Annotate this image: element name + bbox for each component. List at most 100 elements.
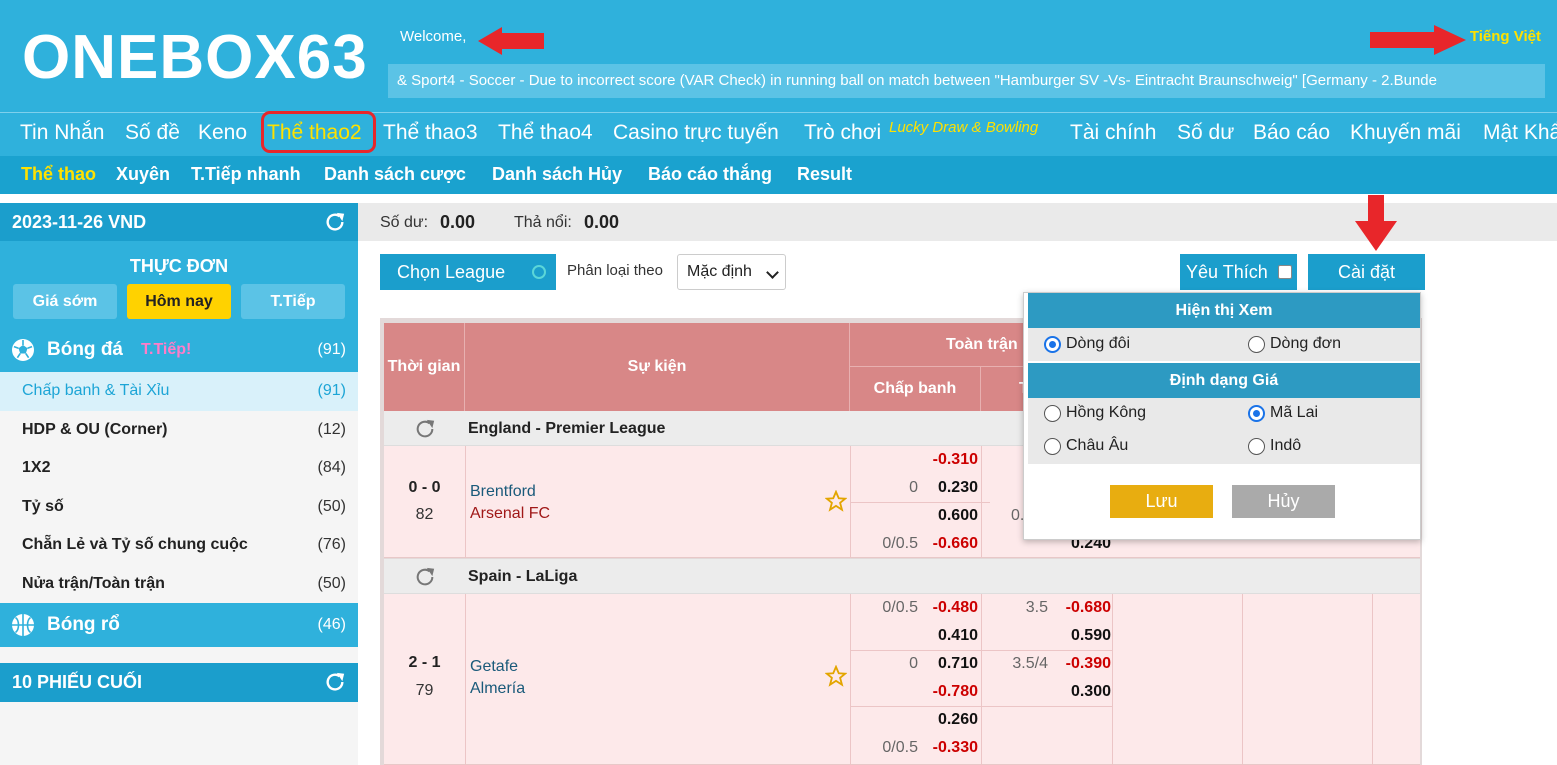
settings-button[interactable]: Cài đặt xyxy=(1308,254,1425,290)
view-single-line-radio[interactable]: Dòng đơn xyxy=(1248,335,1341,353)
favorites-checkbox[interactable] xyxy=(1278,265,1292,279)
nav-lucky-draw[interactable]: Lucky Draw & Bowling xyxy=(889,119,1038,136)
cancel-button[interactable]: Hủy xyxy=(1232,485,1335,518)
nav-so-de[interactable]: Số đề xyxy=(125,121,180,145)
radio-label: Châu Âu xyxy=(1066,437,1129,454)
date-label: 2023-11-26 VND xyxy=(12,212,147,232)
odds-value[interactable]: 0.230 xyxy=(918,479,978,497)
favorites-button[interactable]: Yêu Thích xyxy=(1180,254,1297,290)
basketball-count: (46) xyxy=(317,616,346,633)
header-time: Thời gian xyxy=(384,323,465,411)
save-button[interactable]: Lưu xyxy=(1110,485,1213,518)
market-count: (50) xyxy=(317,498,346,515)
match-score: 0 - 0 xyxy=(408,479,441,496)
language-selector[interactable]: Tiếng Việt xyxy=(1470,28,1541,45)
odds-value[interactable]: 0.260 xyxy=(918,711,978,729)
radio-label: Hồng Kông xyxy=(1066,404,1147,421)
odds-value[interactable]: -0.310 xyxy=(918,451,978,469)
annotation-arrow-left-icon xyxy=(478,27,544,55)
subnav-the-thao[interactable]: Thể thao xyxy=(21,164,96,185)
odds-value[interactable]: 0.600 xyxy=(918,507,978,525)
choose-league-label: Chọn League xyxy=(397,262,506,282)
header: ONEBOX63 Welcome, Tiếng Việt & Sport4 - … xyxy=(0,0,1557,112)
odds-value[interactable]: 0.710 xyxy=(918,655,978,673)
nav-bao-cao[interactable]: Báo cáo xyxy=(1253,121,1330,145)
market-1x2[interactable]: 1X2 (84) xyxy=(0,449,358,488)
odds-value[interactable]: -0.680 xyxy=(1051,599,1111,617)
home-team[interactable]: Brentford xyxy=(470,483,536,501)
subnav-result[interactable]: Result xyxy=(797,164,852,185)
sub-nav: Thể thao Xuyên T.Tiếp nhanh Danh sách cư… xyxy=(0,156,1557,194)
live-button[interactable]: T.Tiếp xyxy=(241,284,345,319)
nav-mat-khau[interactable]: Mật Khẩu xyxy=(1483,121,1557,145)
choose-league-button[interactable]: Chọn League xyxy=(380,254,556,290)
odds-value[interactable]: -0.390 xyxy=(1051,655,1111,673)
football-live-badge[interactable]: T.Tiếp! xyxy=(141,341,191,359)
league-name: England - Premier League xyxy=(468,420,666,437)
subnav-danh-sach-huy[interactable]: Danh sách Hủy xyxy=(492,164,622,185)
refresh-icon[interactable] xyxy=(324,671,346,693)
away-team[interactable]: Almería xyxy=(470,680,525,698)
odds-value[interactable]: 0.300 xyxy=(1051,683,1111,701)
early-odds-button[interactable]: Giá sớm xyxy=(13,284,117,319)
nav-keno[interactable]: Keno xyxy=(198,121,247,145)
market-hdp-ou[interactable]: Chấp banh & Tài Xỉu (91) xyxy=(0,372,358,411)
float-value: 0.00 xyxy=(584,212,620,232)
refresh-icon[interactable] xyxy=(414,418,436,440)
subnav-t-tiep-nhanh[interactable]: T.Tiếp nhanh xyxy=(191,164,301,185)
subnav-danh-sach-cuoc[interactable]: Danh sách cược xyxy=(324,164,466,185)
nav-khuyen-mai[interactable]: Khuyến mãi xyxy=(1350,121,1461,145)
league-row[interactable]: Spain - LaLiga xyxy=(384,559,1420,594)
header-handicap: Chấp banh xyxy=(850,367,981,411)
refresh-icon[interactable] xyxy=(324,211,346,233)
odds-value[interactable]: -0.780 xyxy=(918,683,978,701)
market-count: (91) xyxy=(317,382,346,399)
sport-basketball[interactable]: Bóng rổ (46) xyxy=(0,603,358,647)
view-double-line-radio[interactable]: Dòng đôi xyxy=(1044,335,1130,353)
refresh-icon[interactable] xyxy=(414,566,436,588)
odds-value[interactable]: -0.660 xyxy=(918,535,978,553)
soccer-ball-icon xyxy=(12,339,34,361)
handicap-line: 0/0.5 xyxy=(882,599,918,616)
away-team[interactable]: Arsenal FC xyxy=(470,505,550,523)
nav-tin-nhan[interactable]: Tin Nhắn xyxy=(20,121,104,145)
welcome-text: Welcome, xyxy=(400,28,467,45)
odds-value[interactable]: -0.480 xyxy=(918,599,978,617)
nav-the-thao4[interactable]: Thể thao4 xyxy=(498,121,593,145)
annotation-highlight-box xyxy=(261,111,376,153)
subnav-xuyen[interactable]: Xuyên xyxy=(116,164,170,185)
nav-the-thao3[interactable]: Thể thao3 xyxy=(383,121,478,145)
radio-label: Mã Lai xyxy=(1270,404,1319,421)
logo[interactable]: ONEBOX63 xyxy=(22,22,368,93)
price-europe-radio[interactable]: Châu Âu xyxy=(1044,437,1128,455)
odds-value[interactable]: 0.410 xyxy=(918,627,978,645)
nav-tro-choi[interactable]: Trò chơi xyxy=(804,121,881,145)
market-label: Chẵn Lẻ và Tỷ số chung cuộc xyxy=(22,536,248,553)
match-score: 2 - 1 xyxy=(408,654,441,671)
today-button[interactable]: Hôm nay xyxy=(127,284,231,319)
market-corner[interactable]: HDP & OU (Corner) (12) xyxy=(0,411,358,450)
nav-so-du[interactable]: Số dư xyxy=(1177,121,1234,145)
price-format-title: Định dạng Giá xyxy=(1028,363,1420,398)
sport-football[interactable]: Bóng đá T.Tiếp! (91) xyxy=(0,328,358,372)
favorite-star-icon[interactable] xyxy=(825,490,847,512)
market-correct-score[interactable]: Tỷ số (50) xyxy=(0,488,358,527)
market-odd-even[interactable]: Chẵn Lẻ và Tỷ số chung cuộc (76) xyxy=(0,526,358,565)
sort-select[interactable]: Mặc định xyxy=(677,254,786,290)
subnav-bao-cao-thang[interactable]: Báo cáo thắng xyxy=(648,164,772,185)
main-nav: Tin Nhắn Số đề Keno Thể thao2 Thể thao3 … xyxy=(0,112,1557,156)
date-header: 2023-11-26 VND xyxy=(0,203,358,241)
price-malay-radio[interactable]: Mã Lai xyxy=(1248,404,1318,422)
price-hongkong-radio[interactable]: Hồng Kông xyxy=(1044,404,1146,422)
view-mode-title: Hiện thị Xem xyxy=(1028,293,1420,328)
odds-value[interactable]: 0.590 xyxy=(1051,627,1111,645)
price-indo-radio[interactable]: Indô xyxy=(1248,437,1301,455)
nav-tai-chinh[interactable]: Tài chính xyxy=(1070,121,1156,145)
home-team[interactable]: Getafe xyxy=(470,658,518,676)
favorite-star-icon[interactable] xyxy=(825,665,847,687)
nav-casino[interactable]: Casino trực tuyến xyxy=(613,121,779,145)
market-ht-ft[interactable]: Nửa trận/Toàn trận (50) xyxy=(0,565,358,604)
handicap-line: 0/0.5 xyxy=(882,535,918,552)
match-minute: 79 xyxy=(415,682,434,699)
odds-value[interactable]: -0.330 xyxy=(918,739,978,757)
